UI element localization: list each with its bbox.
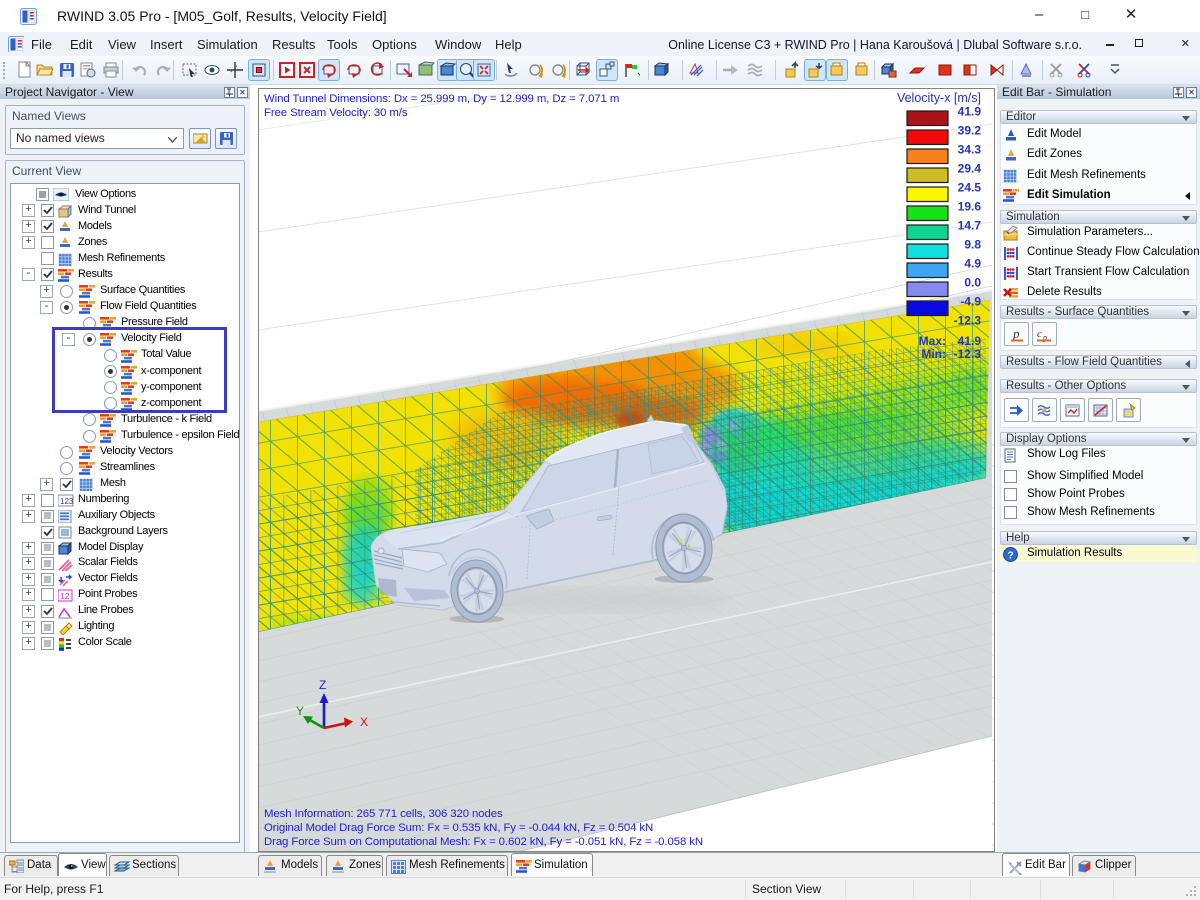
svg-text:41.9: 41.9 [958, 105, 982, 119]
svg-text:Z: Z [319, 678, 326, 692]
svg-text:Y: Y [296, 704, 304, 718]
svg-text:p: p [1012, 326, 1020, 341]
svg-text:39.2: 39.2 [958, 124, 982, 138]
svg-text:Max:: Max: [919, 334, 946, 348]
svg-text:9.8: 9.8 [964, 238, 981, 252]
svg-text:0.0: 0.0 [964, 276, 981, 290]
svg-text:24.5: 24.5 [958, 181, 982, 195]
svg-text:X: X [360, 715, 368, 729]
svg-text:Mesh Information: 265 771 cell: Mesh Information: 265 771 cells, 306 320… [264, 808, 503, 820]
svg-text:4.9: 4.9 [964, 257, 981, 271]
svg-text:-12.3: -12.3 [954, 347, 982, 361]
svg-text:Free Stream Velocity: 30 m/s: Free Stream Velocity: 30 m/s [264, 107, 408, 119]
svg-text:c: c [1037, 328, 1042, 340]
svg-text:123: 123 [60, 497, 74, 506]
svg-text:41.9: 41.9 [958, 334, 982, 348]
svg-text:29.4: 29.4 [958, 162, 982, 176]
svg-text:34.3: 34.3 [958, 143, 982, 157]
svg-text:-12.3: -12.3 [954, 314, 982, 328]
svg-text:Velocity-x [m/s]: Velocity-x [m/s] [897, 91, 981, 105]
svg-text:Original Model Drag Force Sum:: Original Model Drag Force Sum: Fx = 0.53… [264, 822, 653, 834]
svg-text:19.6: 19.6 [958, 200, 982, 214]
svg-text:14.7: 14.7 [958, 219, 982, 233]
svg-text:Drag Force Sum on Computationa: Drag Force Sum on Computational Mesh: Fx… [264, 836, 703, 848]
svg-text:Min:: Min: [921, 347, 946, 361]
svg-text:?: ? [1007, 550, 1013, 561]
svg-text:-4.9: -4.9 [960, 295, 981, 309]
svg-text:Wind Tunnel Dimensions: Dx = 2: Wind Tunnel Dimensions: Dx = 25.999 m, D… [264, 93, 619, 105]
svg-text:12: 12 [60, 591, 70, 601]
